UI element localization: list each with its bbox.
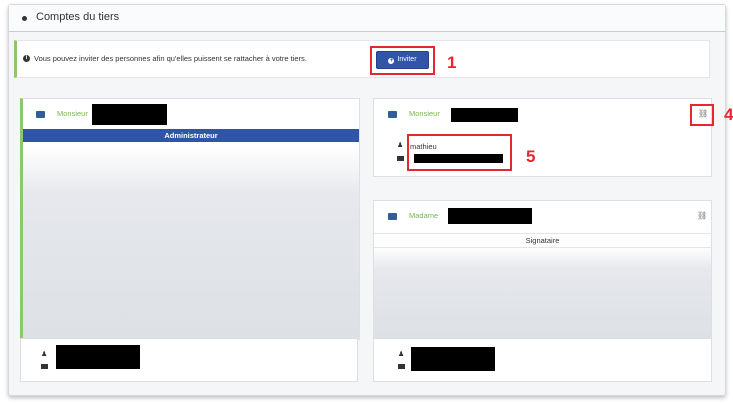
mail-icon: [398, 364, 405, 369]
mail-icon: [397, 156, 404, 161]
person-icon: ♟: [398, 351, 405, 358]
info-bar: i Vous pouvez inviter des personnes afin…: [14, 40, 710, 78]
role-badge: Signataire: [374, 233, 711, 248]
annotation-box-contact: [407, 134, 512, 171]
card-body-faded: [374, 247, 711, 339]
redacted-name: [92, 104, 167, 125]
redacted-contact: [56, 345, 140, 369]
unlink-icon[interactable]: ⛓: [697, 212, 707, 220]
account-card-right-bottom: Madame ⛓ Signataire: [373, 200, 712, 340]
annotation-number-5: 5: [526, 147, 536, 166]
role-badge: Administrateur: [23, 129, 359, 142]
account-card-right-footer: ♟: [373, 338, 712, 382]
id-card-icon: [36, 111, 45, 118]
redacted-name: [451, 108, 518, 122]
section-header: Comptes du tiers: [9, 5, 725, 32]
redacted-contact: [411, 347, 495, 371]
annotation-number-1: 1: [447, 53, 457, 72]
id-card-icon: [388, 213, 397, 220]
annotation-box-unlink: [690, 104, 714, 126]
annotation-number-4: 4: [724, 105, 733, 124]
account-card-left-footer: ♟: [20, 338, 358, 382]
info-icon: i: [23, 55, 30, 62]
card-body-faded: [23, 147, 359, 339]
person-icon: ♟: [397, 142, 404, 149]
mail-icon: [41, 364, 48, 369]
bullet-icon: [22, 16, 27, 21]
person-icon: ♟: [41, 351, 48, 358]
section-title: Comptes du tiers: [36, 11, 120, 23]
card-civility: Monsieur: [57, 109, 88, 118]
card-civility: Madame: [409, 211, 439, 220]
annotation-box-invite: [370, 46, 435, 75]
card-civility: Monsieur: [409, 109, 440, 118]
redacted-name: [448, 208, 532, 224]
info-text: Vous pouvez inviter des personnes afin q…: [34, 54, 307, 63]
id-card-icon: [388, 111, 397, 118]
account-card-left: Monsieur Administrateur: [20, 98, 360, 340]
